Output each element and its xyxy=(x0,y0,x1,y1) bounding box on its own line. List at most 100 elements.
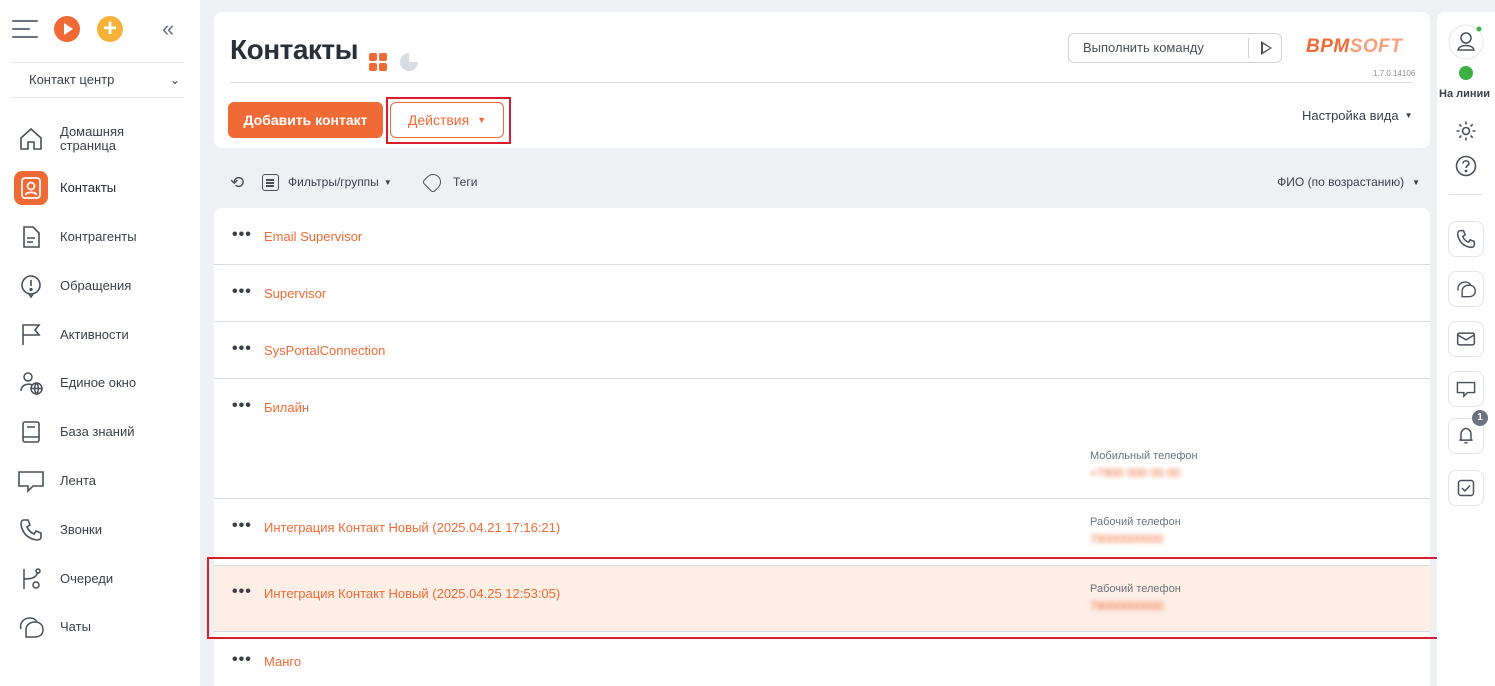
sidebar-item-single-window[interactable]: Единое окно xyxy=(0,359,200,408)
sidebar-nav: Домашняя страница Контакты Контрагенты О… xyxy=(0,115,200,652)
chat-bubble-icon[interactable] xyxy=(1448,371,1484,407)
contact-icon xyxy=(14,171,48,206)
filter-icon[interactable] xyxy=(262,174,279,191)
add-contact-button[interactable]: Добавить контакт xyxy=(228,102,383,138)
help-icon[interactable] xyxy=(1448,148,1484,184)
chats-icon xyxy=(14,610,48,644)
book-icon xyxy=(14,415,48,449)
workspace-label: Контакт центр xyxy=(29,72,115,87)
notification-badge: 1 xyxy=(1472,410,1488,426)
sidebar-item-cases[interactable]: Обращения xyxy=(0,261,200,310)
command-input[interactable]: Выполнить команду xyxy=(1068,33,1282,63)
list-item[interactable]: ••• Supervisor xyxy=(214,265,1430,322)
annotation-highlight-row xyxy=(207,557,1495,639)
contact-name-link[interactable]: Интеграция Контакт Новый (2025.04.21 17:… xyxy=(264,520,560,535)
sidebar-item-feed[interactable]: Лента xyxy=(0,457,200,506)
more-options-icon[interactable]: ••• xyxy=(232,340,252,358)
run-command-icon[interactable] xyxy=(1261,41,1272,55)
sort-label: ФИО (по возрастанию) xyxy=(1277,175,1405,189)
grid-view-icon[interactable] xyxy=(369,53,387,71)
sidebar-item-label: Активности xyxy=(60,326,129,342)
phone-value[interactable]: +7900 000 00 00 xyxy=(1090,466,1180,480)
more-options-icon[interactable]: ••• xyxy=(232,517,252,535)
tags-button[interactable]: Теги xyxy=(453,175,477,189)
list-item[interactable]: ••• Манго xyxy=(214,632,1430,686)
alert-icon xyxy=(14,269,48,303)
caret-down-icon: ▼ xyxy=(383,178,392,187)
sidebar-item-calls[interactable]: Звонки xyxy=(0,505,200,554)
sidebar-item-label: Чаты xyxy=(60,619,91,635)
header-card: Контакты Выполнить команду BPMSOFT 1.7.0… xyxy=(214,12,1430,148)
version-label: 1.7.0.14106 xyxy=(1373,69,1416,78)
sidebar: + « Контакт центр ⌄ Домашняя страница Ко… xyxy=(0,0,200,686)
process-play-icon[interactable] xyxy=(54,16,80,42)
status-label[interactable]: На линии xyxy=(1439,88,1490,100)
sidebar-item-contacts[interactable]: Контакты xyxy=(0,164,200,213)
divider xyxy=(1248,38,1249,58)
contact-name-link[interactable]: Билайн xyxy=(264,400,309,415)
page-title: Контакты xyxy=(230,34,359,65)
list-item[interactable]: ••• Интеграция Контакт Новый (2025.04.21… xyxy=(214,499,1430,566)
collapse-sidebar-icon[interactable]: « xyxy=(162,16,174,42)
profile-icon[interactable] xyxy=(1448,24,1484,60)
refresh-icon[interactable]: ⟲ xyxy=(230,173,244,193)
view-settings-label: Настройка вида xyxy=(1302,108,1399,123)
divider xyxy=(1449,194,1483,195)
more-options-icon[interactable]: ••• xyxy=(232,226,252,244)
filters-label: Фильтры/группы xyxy=(288,175,379,189)
sidebar-top: + « xyxy=(12,16,192,44)
sidebar-item-queues[interactable]: Очереди xyxy=(0,554,200,603)
sidebar-item-label: Единое окно xyxy=(60,375,137,391)
chevron-down-icon: ⌄ xyxy=(169,73,180,87)
tasks-icon[interactable] xyxy=(1448,470,1484,506)
sidebar-item-label: Контрагенты xyxy=(60,228,137,244)
document-icon xyxy=(14,220,48,254)
sidebar-item-label: Контакты xyxy=(60,180,117,196)
more-options-icon[interactable]: ••• xyxy=(232,283,252,301)
workspace-select[interactable]: Контакт центр ⌄ xyxy=(12,62,184,98)
sidebar-item-label: База знаний xyxy=(60,424,135,440)
mail-icon[interactable] xyxy=(1448,321,1484,357)
contact-name-link[interactable]: SysPortalConnection xyxy=(264,343,385,358)
gear-icon[interactable] xyxy=(1448,113,1484,149)
flag-icon xyxy=(14,318,48,352)
phone-value[interactable]: 79000000000 xyxy=(1090,532,1163,546)
command-placeholder: Выполнить команду xyxy=(1083,40,1204,55)
analytics-view-icon[interactable] xyxy=(400,53,418,71)
home-icon xyxy=(14,122,48,156)
list-item[interactable]: ••• SysPortalConnection xyxy=(214,322,1430,379)
field-label: Мобильный телефон xyxy=(1090,450,1198,462)
view-settings-button[interactable]: Настройка вида ▼ xyxy=(1302,108,1413,123)
menu-icon[interactable] xyxy=(12,20,38,40)
annotation-highlight-actions xyxy=(386,97,511,144)
sidebar-item-label: Лента xyxy=(60,472,96,488)
more-options-icon[interactable]: ••• xyxy=(232,397,252,415)
sidebar-item-label: Домашняя страница xyxy=(60,124,125,154)
divider xyxy=(230,82,1412,83)
logo-main: BPM xyxy=(1306,36,1350,57)
tag-icon[interactable] xyxy=(421,170,445,194)
sidebar-item-knowledge-base[interactable]: База знаний xyxy=(0,408,200,457)
contact-name-link[interactable]: Email Supervisor xyxy=(264,229,362,244)
chat-bubble-icon xyxy=(14,464,48,498)
sidebar-item-chats[interactable]: Чаты xyxy=(0,603,200,652)
sidebar-item-accounts[interactable]: Контрагенты xyxy=(0,213,200,262)
queue-icon xyxy=(14,562,48,596)
sort-button[interactable]: ФИО (по возрастанию) ▼ xyxy=(1277,175,1420,189)
sidebar-item-activities[interactable]: Активности xyxy=(0,310,200,359)
phone-icon[interactable] xyxy=(1448,221,1484,257)
more-options-icon[interactable]: ••• xyxy=(232,651,252,669)
contact-name-link[interactable]: Supervisor xyxy=(264,286,326,301)
contact-name-link[interactable]: Манго xyxy=(264,654,301,669)
sidebar-item-label: Звонки xyxy=(60,521,102,537)
phone-icon xyxy=(14,513,48,547)
sidebar-item-label: Обращения xyxy=(60,277,132,293)
filters-button[interactable]: Фильтры/группы ▼ xyxy=(288,175,392,189)
status-indicator[interactable] xyxy=(1459,66,1473,80)
add-icon[interactable]: + xyxy=(97,16,123,42)
chats-icon[interactable] xyxy=(1448,271,1484,307)
list-item[interactable]: ••• Email Supervisor xyxy=(214,208,1430,265)
right-panel: На линии 1 xyxy=(1437,12,1495,686)
list-item[interactable]: ••• Билайн Мобильный телефон +7900 000 0… xyxy=(214,379,1430,499)
sidebar-item-home[interactable]: Домашняя страница xyxy=(0,115,200,164)
